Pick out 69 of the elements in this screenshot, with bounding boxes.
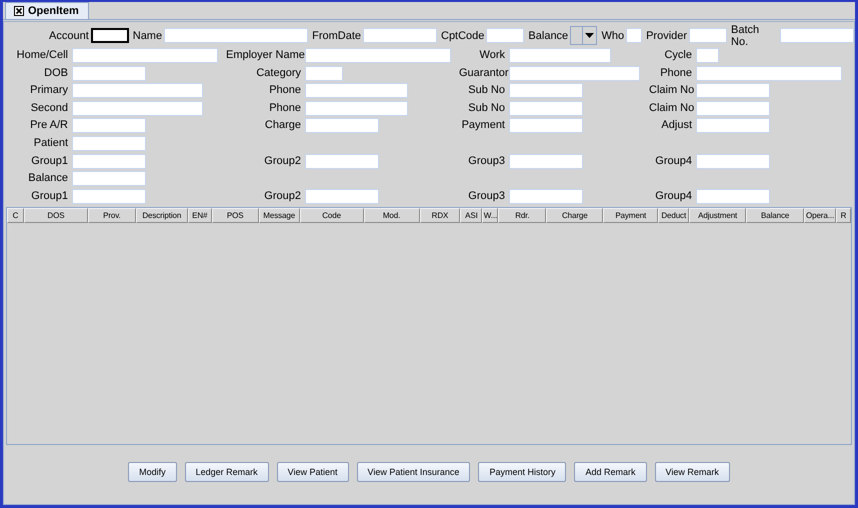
column-header[interactable]: POS [212,208,259,223]
column-header[interactable]: ASI [460,208,482,223]
column-header[interactable]: EN# [188,208,212,223]
field-label: Provider [646,30,688,42]
column-header[interactable]: Code [300,208,364,223]
close-icon[interactable] [14,6,24,16]
caret-icon [585,33,594,38]
field-label: Balance [27,171,68,186]
column-header[interactable]: Payment [603,208,658,223]
field-label: Pre A/R [29,118,68,134]
field-label: Sub No [467,100,505,116]
field-label: Primary [29,83,68,98]
field-label: Second [30,100,68,116]
field-label: Batch No. [731,24,760,48]
action-button[interactable]: View Remark [654,462,730,482]
column-header[interactable]: Mod. [364,208,420,223]
field-label: Group4 [654,154,692,169]
column-header[interactable]: Opera... [804,208,836,223]
field-label: Claim No [649,100,692,116]
column-header[interactable]: Deduct [658,208,690,223]
field-label: Name [132,30,162,42]
column-header[interactable]: C [7,208,24,223]
column-header[interactable]: Balance [746,208,804,223]
field-label: Work [478,48,505,63]
field-label: Phone [659,66,692,81]
field-label: Group2 [263,188,301,204]
field-label: Home/Cell [16,48,68,63]
action-button[interactable]: Add Remark [574,462,646,482]
field-label: Group4 [654,188,692,204]
field-label: Payment [460,118,505,134]
field-label: Category [255,66,301,81]
field-label: Adjust [660,118,692,134]
field-label: Group3 [467,154,505,169]
column-header[interactable]: Adjustment [689,208,746,223]
field-label: FromDate [312,30,361,42]
field-label: Phone [268,100,301,116]
column-header[interactable]: RDX [420,208,460,223]
column-header[interactable]: Charge [546,208,604,223]
action-button[interactable]: Ledger Remark [184,462,269,482]
window-title: OpenItem [28,5,79,17]
action-button[interactable]: Modify [128,462,177,482]
action-button[interactable]: View Patient [276,462,349,482]
column-header[interactable]: DOS [24,208,88,223]
field-label: Phone [268,83,301,98]
field-label: Cycle [663,48,692,63]
field-label: Patient [32,136,68,151]
field-label: Group3 [467,188,505,204]
field-label: DOB [43,66,68,81]
field-label: Group1 [30,188,68,204]
field-label: Account [49,30,89,42]
column-header[interactable]: R [836,208,852,223]
field-label: Sub No [467,83,505,98]
field-label: Charge [264,118,301,134]
field-label: Group2 [263,154,301,169]
dropdown[interactable] [570,26,598,45]
column-header[interactable]: Message [258,208,300,223]
action-button[interactable]: Payment History [478,462,566,482]
field-label: Who [601,30,624,42]
field-label: Balance [528,30,568,42]
action-button[interactable]: View Patient Insurance [356,462,470,482]
field-label: Claim No [649,83,692,98]
column-header[interactable]: W... [482,208,498,223]
window-tab[interactable]: OpenItem [5,2,89,19]
column-header[interactable]: Prov. [88,208,136,223]
input-field[interactable] [90,28,129,43]
field-label: CptCode [441,30,484,42]
field-label: Group1 [30,154,68,169]
column-header[interactable]: Description [136,208,188,223]
column-header[interactable]: Rdr. [498,208,546,223]
